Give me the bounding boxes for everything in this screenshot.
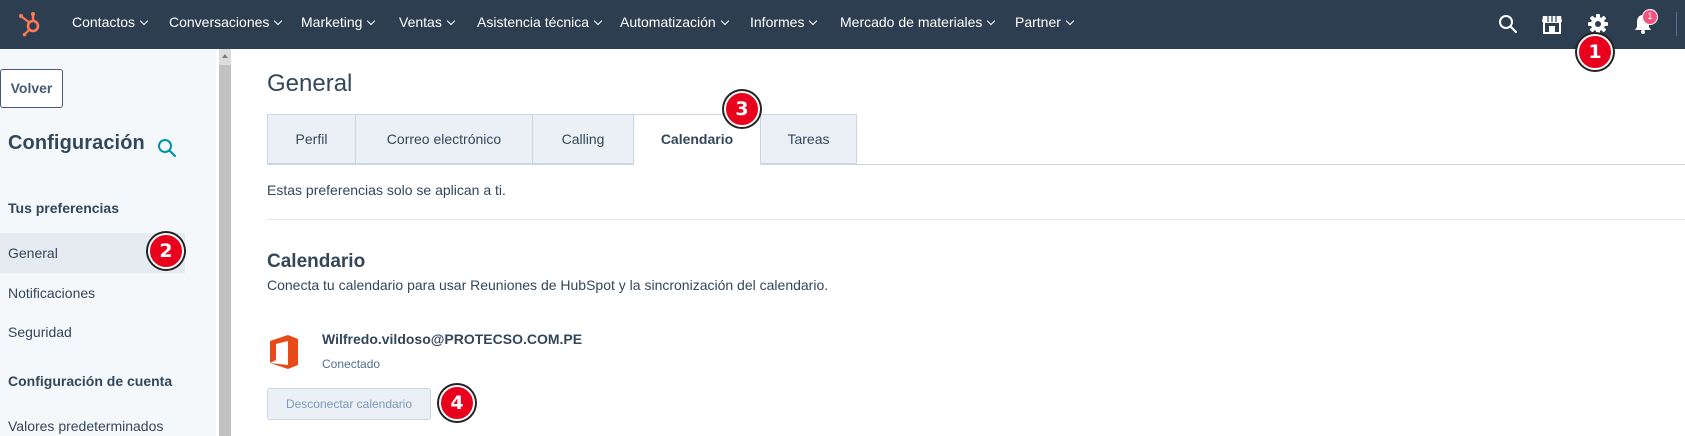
- top-navigation-bar: Contactos Conversaciones Marketing Venta…: [0, 0, 1685, 49]
- nav-marketing[interactable]: Marketing: [301, 14, 376, 30]
- chevron-down-icon: [1065, 16, 1075, 26]
- sidebar-item-general[interactable]: General: [8, 245, 58, 261]
- sidebar-heading-preferences: Tus preferencias: [8, 200, 120, 216]
- calendar-account-email: Wilfredo.vildoso@PROTECSO.COM.PE: [322, 331, 583, 347]
- preferences-note: Estas preferencias solo se aplican a ti.: [267, 182, 506, 198]
- tab-perfil[interactable]: Perfil: [267, 114, 356, 164]
- tabs-baseline: [267, 164, 1685, 165]
- microsoft-office-icon: [270, 335, 298, 369]
- chevron-down-icon: [274, 16, 283, 26]
- back-button[interactable]: Volver: [0, 69, 63, 108]
- nav-marketing-label: Marketing: [301, 14, 363, 30]
- chevron-down-icon: [139, 16, 149, 26]
- nav-automatizacion[interactable]: Automatización: [620, 14, 729, 30]
- tab-calling[interactable]: Calling: [532, 114, 634, 164]
- nav-partner[interactable]: Partner: [1015, 14, 1075, 30]
- chevron-down-icon: [720, 16, 729, 26]
- chevron-down-icon: [809, 16, 818, 26]
- nav-informes[interactable]: Informes: [750, 14, 818, 30]
- nav-ventas[interactable]: Ventas: [399, 14, 456, 30]
- sidebar-heading-account: Configuración de cuenta: [8, 373, 173, 389]
- callout-marker-2: 2: [148, 233, 184, 269]
- nav-asistencia-label: Asistencia técnica: [477, 14, 590, 30]
- sidebar-scrollbar-thumb[interactable]: [219, 65, 231, 436]
- callout-marker-4: 4: [439, 385, 475, 421]
- chevron-down-icon: [367, 16, 376, 26]
- tab-tareas[interactable]: Tareas: [760, 114, 857, 164]
- nav-conversaciones-label: Conversaciones: [169, 14, 270, 30]
- nav-conversaciones[interactable]: Conversaciones: [169, 14, 283, 30]
- marketplace-icon[interactable]: [1539, 11, 1565, 37]
- calendar-section-description: Conecta tu calendario para usar Reunione…: [267, 277, 829, 293]
- sidebar-item-notificaciones[interactable]: Notificaciones: [8, 285, 95, 301]
- search-icon[interactable]: [1495, 11, 1521, 37]
- notification-count-badge: 1: [1642, 9, 1658, 25]
- nav-ventas-label: Ventas: [399, 14, 442, 30]
- callout-marker-1: 1: [1577, 34, 1613, 70]
- chevron-down-icon: [593, 16, 603, 26]
- nav-divider: [1676, 12, 1677, 36]
- nav-automatizacion-label: Automatización: [620, 14, 716, 30]
- scroll-up-arrow-icon[interactable]: [219, 49, 231, 63]
- calendar-connection-status: Conectado: [322, 357, 381, 371]
- chevron-down-icon: [987, 16, 996, 26]
- nav-contactos-label: Contactos: [72, 14, 136, 30]
- chevron-down-icon: [446, 16, 456, 26]
- hubspot-logo-icon[interactable]: [16, 10, 44, 38]
- sidebar-item-seguridad[interactable]: Seguridad: [8, 324, 72, 340]
- disconnect-calendar-button[interactable]: Desconectar calendario: [267, 388, 431, 420]
- sidebar-title: Configuración: [8, 132, 145, 154]
- search-icon[interactable]: [156, 137, 178, 159]
- sidebar-item-valores-predeterminados[interactable]: Valores predeterminados: [8, 418, 163, 434]
- nav-contactos[interactable]: Contactos: [72, 14, 149, 30]
- callout-marker-3: 3: [724, 91, 760, 127]
- nav-mercado-de-materiales[interactable]: Mercado de materiales: [840, 14, 996, 30]
- section-divider: [267, 219, 1685, 220]
- nav-partner-label: Partner: [1015, 14, 1061, 30]
- calendar-section-title: Calendario: [267, 251, 366, 272]
- nav-informes-label: Informes: [750, 14, 805, 30]
- nav-asistencia-tecnica[interactable]: Asistencia técnica: [477, 14, 603, 30]
- nav-mercado-label: Mercado de materiales: [840, 14, 983, 30]
- page-title: General: [267, 70, 353, 97]
- settings-gear-icon[interactable]: [1585, 11, 1611, 37]
- tab-correo-electronico[interactable]: Correo electrónico: [355, 114, 533, 164]
